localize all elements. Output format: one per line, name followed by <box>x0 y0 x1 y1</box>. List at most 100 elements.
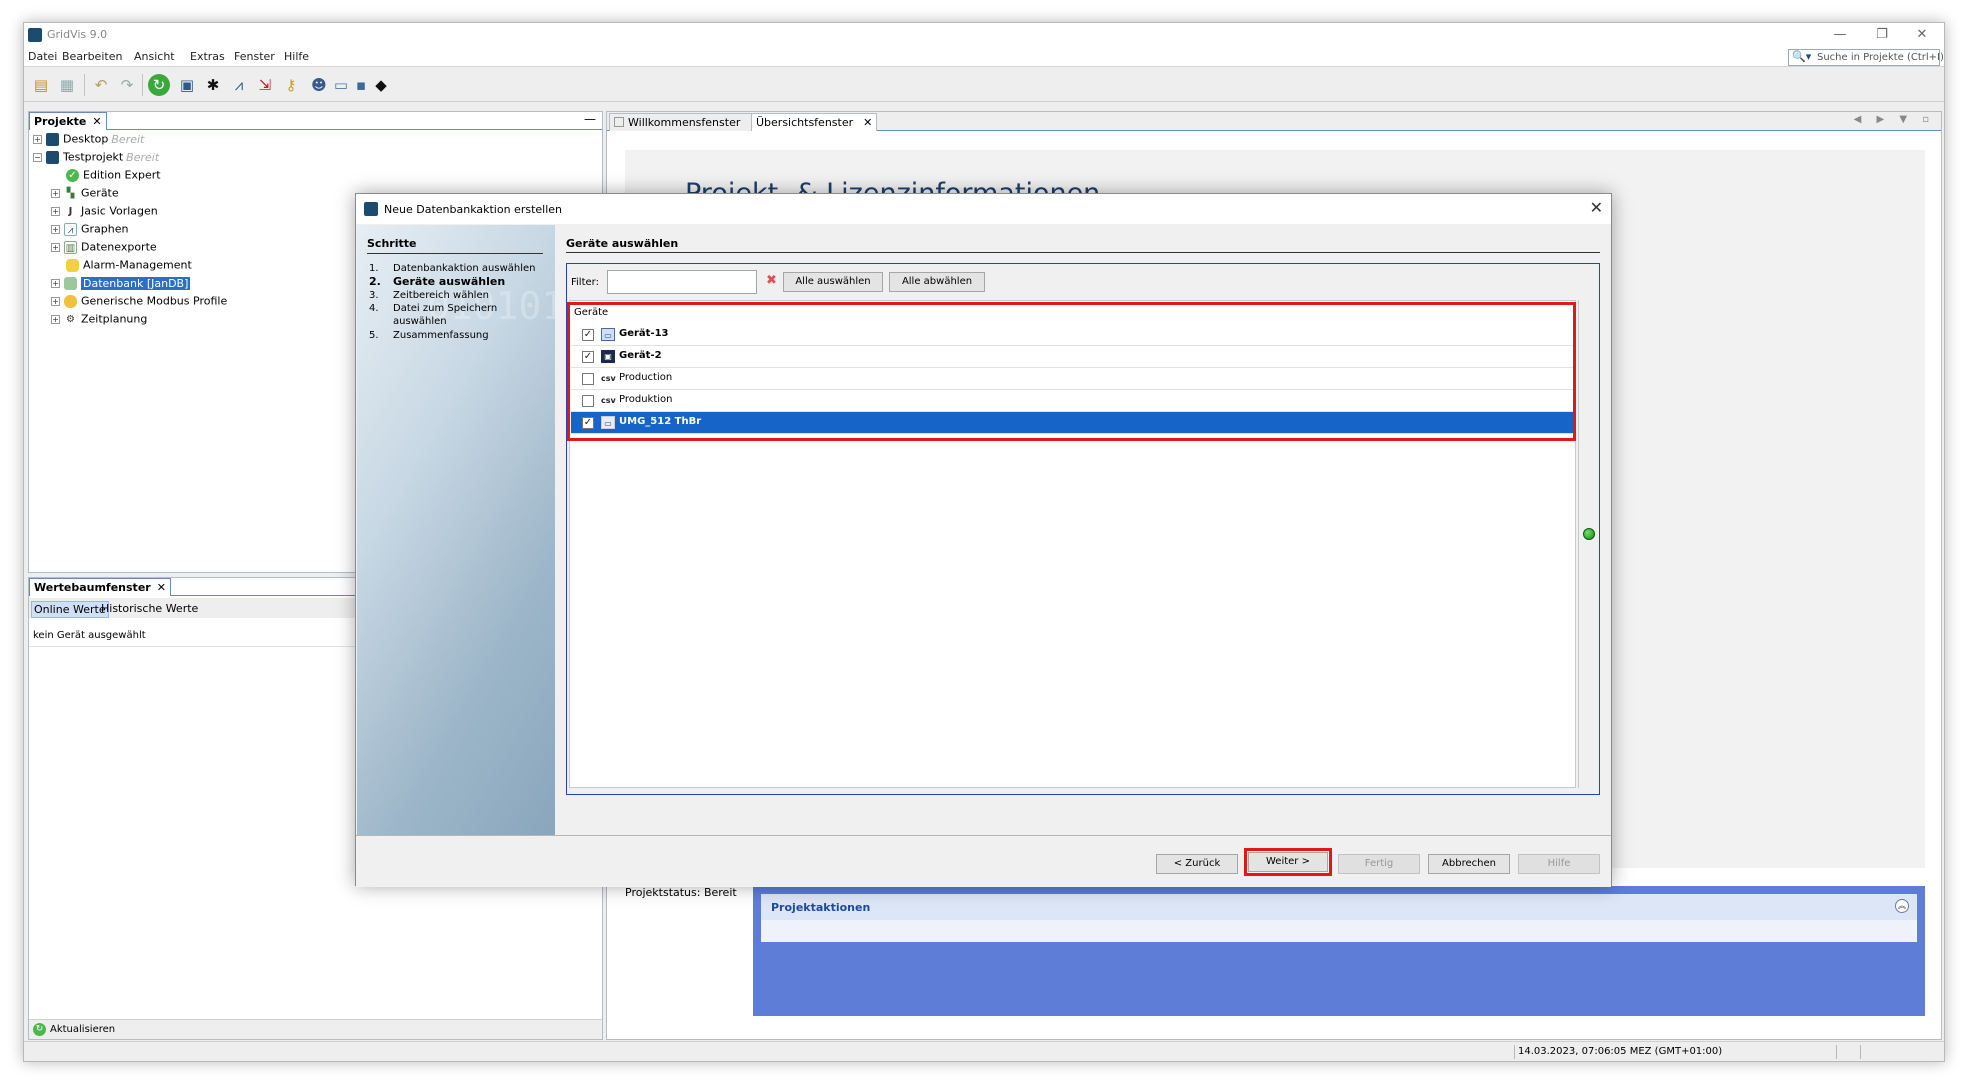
minimize-panel-button[interactable]: — <box>584 112 596 126</box>
device-row-production[interactable]: csv Production <box>571 368 1573 390</box>
dialog-title: Neue Datenbankaktion erstellen <box>384 203 562 216</box>
expand-icon[interactable]: + <box>51 224 60 234</box>
tree-item-jasic-vorlagen[interactable]: + J Jasic Vorlagen <box>51 204 158 221</box>
jasic-icon: J <box>68 205 73 217</box>
tab-uebersichtsfenster[interactable]: Übersichtsfenster ✕ <box>751 113 878 131</box>
tab-navigation[interactable]: ◀ ▶ ▼ ▫ <box>1854 114 1935 125</box>
export-icon: ▥ <box>64 240 77 254</box>
save-icon[interactable]: ▦ <box>56 74 78 96</box>
tree-item-datenexporte[interactable]: + ▥ Datenexporte <box>51 240 157 257</box>
window-icon[interactable]: ▭ <box>330 74 352 96</box>
academy-icon[interactable]: ◆ <box>370 74 392 96</box>
graph-icon[interactable]: ⩘ <box>228 74 250 96</box>
device-row-geraet-2[interactable]: ✓ ▣ Gerät-2 <box>571 346 1573 368</box>
scrollbar[interactable] <box>1578 300 1579 788</box>
csv-icon: csv <box>601 374 616 383</box>
toolbar: ▤ ▦ ↶ ↷ ↻ ▣ ✱ ⩘ ⇲ ⚷ ☻ ▭ ▪ ◆ <box>24 68 1944 102</box>
minimize-button[interactable]: — <box>1820 25 1860 45</box>
step-label: Geräte auswählen <box>393 275 506 288</box>
menu-extras[interactable]: Extras <box>190 50 225 63</box>
menu-bar: Datei Bearbeiten Ansicht Extras Fenster … <box>24 47 1944 67</box>
expand-icon[interactable]: + <box>51 314 60 324</box>
step-4: 4. Datei zum Speichern <box>369 302 497 315</box>
clear-filter-icon[interactable]: ✖ <box>766 273 777 288</box>
monitor-icon[interactable]: ▪ <box>350 74 372 96</box>
search-icon[interactable]: 🔍▾ <box>1792 50 1811 63</box>
tree-item-datenbank[interactable]: + Datenbank [JanDB] <box>51 276 191 293</box>
finish-button[interactable]: Fertig <box>1338 854 1420 874</box>
undo-icon[interactable]: ↶ <box>90 74 112 96</box>
export-icon[interactable]: ⇲ <box>254 74 276 96</box>
user-icon[interactable]: ☻ <box>308 74 330 96</box>
dialog-close-button[interactable]: ✕ <box>1590 198 1603 217</box>
tab-online-werte[interactable]: Online Werte <box>31 601 109 618</box>
device-checkbox[interactable]: ✓ <box>582 417 594 429</box>
menu-hilfe[interactable]: Hilfe <box>284 50 309 63</box>
tree-item-zeitplanung[interactable]: + ⚙ Zeitplanung <box>51 312 147 329</box>
expand-icon[interactable]: + <box>51 296 60 306</box>
device-checkbox[interactable] <box>582 373 594 385</box>
device-checkbox[interactable] <box>582 395 594 407</box>
tree-item-state: Bereit <box>111 132 145 146</box>
menu-datei[interactable]: Datei <box>28 50 57 63</box>
close-icon[interactable]: ✕ <box>157 581 166 594</box>
device-checkbox[interactable]: ✓ <box>582 329 594 341</box>
tree-item-desktop[interactable]: + Desktop Bereit <box>33 132 144 149</box>
expand-icon[interactable]: + <box>33 134 42 144</box>
expand-icon[interactable]: + <box>51 278 60 288</box>
expand-icon[interactable]: + <box>51 242 60 252</box>
tree-item-edition-expert[interactable]: ✓ Edition Expert <box>66 168 161 185</box>
deselect-all-button[interactable]: Alle abwählen <box>889 272 985 292</box>
restore-button[interactable]: ❐ <box>1862 25 1902 45</box>
modbus-icon <box>64 294 77 308</box>
device-icon[interactable]: ▣ <box>176 74 198 96</box>
project-actions-header[interactable]: Projektaktionen ︽ <box>761 894 1917 920</box>
tab-historische-werte[interactable]: Historische Werte <box>99 601 200 616</box>
filter-input[interactable] <box>607 270 757 294</box>
window-title: GridVis 9.0 <box>47 28 108 41</box>
device-row-produktion[interactable]: csv Produktion <box>571 390 1573 412</box>
tree-item-modbus-profile[interactable]: + Generische Modbus Profile <box>51 294 227 311</box>
tree-item-label: Jasic Vorlagen <box>81 204 158 218</box>
tab-wertebaumfenster[interactable]: Wertebaumfenster ✕ <box>29 578 171 596</box>
back-button[interactable]: < Zurück <box>1156 854 1238 874</box>
menu-ansicht[interactable]: Ansicht <box>134 50 175 63</box>
close-icon[interactable]: ✕ <box>863 116 872 129</box>
close-icon[interactable]: ✕ <box>92 115 101 128</box>
help-button[interactable]: Hilfe <box>1518 854 1600 874</box>
close-window-button[interactable]: ✕ <box>1902 25 1942 45</box>
device-row-geraet-13[interactable]: ✓ ▭ Gerät-13 <box>571 324 1573 346</box>
search-input[interactable]: 🔍▾ Suche in Projekte (Ctrl+I) <box>1788 49 1944 66</box>
tab-willkommensfenster[interactable]: Willkommensfenster✕ <box>609 113 765 131</box>
app-logo-icon <box>364 202 378 216</box>
expand-icon[interactable]: + <box>51 188 60 198</box>
graph-icon: ⩘ <box>64 222 77 236</box>
refresh-button[interactable]: Aktualisieren <box>50 1024 115 1035</box>
topology-icon[interactable]: ✱ <box>202 74 224 96</box>
tree-item-alarm-management[interactable]: Alarm-Management <box>66 258 192 275</box>
device-checkbox[interactable]: ✓ <box>582 351 594 363</box>
steps-panel: 010101 1010110 0101010 1001100 0101010 S… <box>357 225 555 835</box>
expand-icon[interactable]: + <box>51 206 60 216</box>
tree-item-testprojekt[interactable]: − Testprojekt Bereit <box>33 150 159 167</box>
tree-item-graphen[interactable]: + ⩘ Graphen <box>51 222 128 239</box>
device-row-umg-512[interactable]: ✓ ▭ UMG_512 ThBr <box>571 412 1573 434</box>
tab-projekte[interactable]: Projekte ✕ <box>29 112 107 130</box>
device-name: Gerät-2 <box>619 350 662 361</box>
dialog-title-bar: Neue Datenbankaktion erstellen ✕ <box>356 194 1611 224</box>
refresh-icon[interactable]: ↻ <box>148 74 170 96</box>
collapse-icon[interactable]: ︽ <box>1895 899 1909 913</box>
config-icon[interactable]: ⚷ <box>280 74 302 96</box>
menu-bearbeiten[interactable]: Bearbeiten <box>62 50 122 63</box>
cancel-button[interactable]: Abbrechen <box>1428 854 1510 874</box>
redo-icon[interactable]: ↷ <box>116 74 138 96</box>
menu-fenster[interactable]: Fenster <box>234 50 275 63</box>
next-button[interactable]: Weiter > <box>1248 852 1328 872</box>
tree-item-geraete[interactable]: + ▚ Geräte <box>51 186 119 203</box>
refresh-icon[interactable]: ↻ <box>33 1023 46 1036</box>
tree-item-label: Edition Expert <box>83 168 161 182</box>
collapse-icon[interactable]: − <box>33 152 42 162</box>
step-label: Zusammenfassung <box>393 330 489 341</box>
select-all-button[interactable]: Alle auswählen <box>783 272 883 292</box>
open-project-icon[interactable]: ▤ <box>30 74 52 96</box>
